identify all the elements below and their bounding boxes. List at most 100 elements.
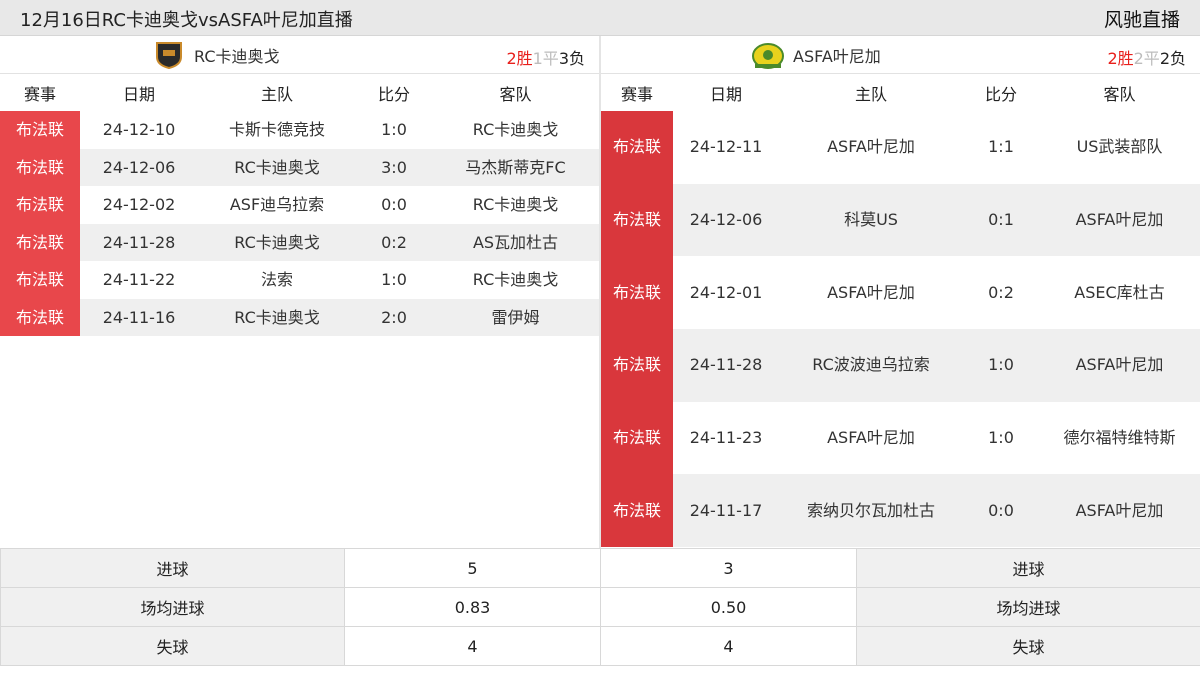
league-badge[interactable]: 布法联 — [601, 256, 673, 330]
losses-count: 2负 — [1159, 49, 1186, 68]
table-row[interactable]: 布法联 24-11-17 索纳贝尔瓦加杜古 0:0 ASFA叶尼加 — [601, 474, 1200, 548]
match-score: 2:0 — [356, 298, 432, 336]
match-date: 24-11-22 — [80, 261, 198, 299]
stat-label-right: 失球 — [856, 626, 1200, 666]
away-team-name[interactable]: RC卡迪奥戈 — [432, 111, 599, 149]
away-team-name[interactable]: 德尔福特维特斯 — [1039, 401, 1200, 475]
stat-label-left: 进球 — [0, 548, 345, 588]
match-score: 1:0 — [356, 111, 432, 149]
column-header-score: 比分 — [356, 74, 432, 111]
draws-count: 1平 — [532, 49, 559, 68]
team-name[interactable]: RC卡迪奥戈 — [194, 43, 280, 67]
stat-value-right: 4 — [600, 626, 857, 666]
table-row[interactable]: 布法联 24-12-10 卡斯卡德竞技 1:0 RC卡迪奥戈 — [0, 111, 599, 149]
league-badge[interactable]: 布法联 — [0, 186, 80, 224]
table-row[interactable]: 布法联 24-11-28 RC波波迪乌拉索 1:0 ASFA叶尼加 — [601, 329, 1200, 402]
wins-count: 2胜 — [506, 49, 533, 68]
page-title: 12月16日RC卡迪奥戈vsASFA叶尼加直播 — [20, 10, 353, 31]
column-header-league: 赛事 — [601, 74, 673, 111]
team-crest-icon — [152, 41, 186, 69]
match-score: 1:0 — [356, 261, 432, 299]
column-header-home: 主队 — [198, 74, 356, 111]
stat-label-right: 场均进球 — [856, 587, 1200, 627]
league-badge[interactable]: 布法联 — [0, 261, 80, 299]
home-team-name[interactable]: 科莫US — [779, 183, 963, 257]
stat-value-left: 5 — [344, 548, 601, 588]
away-team-name[interactable]: US武装部队 — [1039, 111, 1200, 184]
table-row[interactable]: 布法联 24-12-01 ASFA叶尼加 0:2 ASEC库杜古 — [601, 256, 1200, 330]
table-row[interactable]: 布法联 24-11-28 RC卡迪奥戈 0:2 AS瓦加杜古 — [0, 223, 599, 261]
match-date: 24-12-06 — [80, 148, 198, 186]
match-date: 24-11-28 — [80, 223, 198, 261]
site-brand[interactable]: 风驰直播 — [1104, 5, 1180, 32]
away-team-name[interactable]: ASFA叶尼加 — [1039, 474, 1200, 548]
page-header: 12月16日RC卡迪奥戈vsASFA叶尼加直播 风驰直播 — [0, 0, 1200, 36]
league-badge[interactable]: 布法联 — [601, 401, 673, 475]
home-team-name[interactable]: RC卡迪奥戈 — [198, 298, 356, 336]
away-team-name[interactable]: ASFA叶尼加 — [1039, 329, 1200, 402]
match-score: 1:0 — [963, 401, 1039, 475]
table-row[interactable]: 布法联 24-11-22 法索 1:0 RC卡迪奥戈 — [0, 261, 599, 299]
home-team-name[interactable]: 卡斯卡德竞技 — [198, 111, 356, 149]
recent-games-table: 赛事 日期 主队 比分 客队 布法联 24-12-11 ASFA叶尼加 1:1 US武装… — [601, 74, 1200, 548]
table-row[interactable]: 布法联 24-12-06 RC卡迪奥戈 3:0 马杰斯蒂克FC — [0, 148, 599, 186]
league-badge[interactable]: 布法联 — [0, 111, 80, 149]
away-team-name[interactable]: 雷伊姆 — [432, 298, 599, 336]
home-team-name[interactable]: ASF迪乌拉索 — [198, 186, 356, 224]
home-team-name[interactable]: RC波波迪乌拉索 — [779, 329, 963, 402]
team-record: 2胜1平3负 — [506, 45, 585, 69]
league-badge[interactable]: 布法联 — [601, 329, 673, 402]
match-score: 3:0 — [356, 148, 432, 186]
table-row[interactable]: 布法联 24-12-02 ASF迪乌拉索 0:0 RC卡迪奥戈 — [0, 186, 599, 224]
column-header-away: 客队 — [432, 74, 599, 111]
team-name[interactable]: ASFA叶尼加 — [793, 43, 881, 67]
away-team-name[interactable]: AS瓦加杜古 — [432, 223, 599, 261]
home-team-name[interactable]: RC卡迪奥戈 — [198, 148, 356, 186]
stat-row: 进球 5 3 进球 — [0, 548, 1200, 588]
stat-value-right: 3 — [600, 548, 857, 588]
home-team-name[interactable]: ASFA叶尼加 — [779, 401, 963, 475]
stat-row: 失球 4 4 失球 — [0, 626, 1200, 666]
stat-value-left: 0.83 — [344, 587, 601, 627]
away-team-name[interactable]: ASFA叶尼加 — [1039, 183, 1200, 257]
column-header-league: 赛事 — [0, 74, 80, 111]
away-team-name[interactable]: RC卡迪奥戈 — [432, 261, 599, 299]
match-date: 24-11-17 — [673, 474, 779, 548]
table-row[interactable]: 布法联 24-12-06 科莫US 0:1 ASFA叶尼加 — [601, 183, 1200, 257]
match-date: 24-11-16 — [80, 298, 198, 336]
match-date: 24-12-02 — [80, 186, 198, 224]
table-row[interactable]: 布法联 24-11-16 RC卡迪奥戈 2:0 雷伊姆 — [0, 298, 599, 336]
home-team-name[interactable]: 法索 — [198, 261, 356, 299]
away-team-name[interactable]: ASEC库杜古 — [1039, 256, 1200, 330]
home-team-name[interactable]: RC卡迪奥戈 — [198, 223, 356, 261]
losses-count: 3负 — [558, 49, 585, 68]
table-row[interactable]: 布法联 24-11-23 ASFA叶尼加 1:0 德尔福特维特斯 — [601, 401, 1200, 475]
column-header-date: 日期 — [80, 74, 198, 111]
match-score: 0:0 — [963, 474, 1039, 548]
recent-games-table: 赛事 日期 主队 比分 客队 布法联 24-12-10 卡斯卡德竞技 1:0 RC卡迪奥… — [0, 74, 599, 336]
league-badge[interactable]: 布法联 — [0, 298, 80, 336]
home-team-name[interactable]: ASFA叶尼加 — [779, 111, 963, 184]
league-badge[interactable]: 布法联 — [601, 111, 673, 184]
stat-value-left: 4 — [344, 626, 601, 666]
match-score: 0:0 — [356, 186, 432, 224]
match-score: 0:1 — [963, 183, 1039, 257]
home-team-name[interactable]: ASFA叶尼加 — [779, 256, 963, 330]
home-team-name[interactable]: 索纳贝尔瓦加杜古 — [779, 474, 963, 548]
column-header-home: 主队 — [779, 74, 963, 111]
table-row[interactable]: 布法联 24-12-11 ASFA叶尼加 1:1 US武装部队 — [601, 111, 1200, 184]
league-badge[interactable]: 布法联 — [0, 148, 80, 186]
away-team-panel: ASFA叶尼加 2胜2平2负 赛事 日期 主队 比分 客队 布法联 24-12-1… — [601, 36, 1200, 548]
home-team-panel: RC卡迪奥戈 2胜1平3负 赛事 日期 主队 比分 客队 布法联 24-12-10… — [0, 36, 599, 336]
stat-label-right: 进球 — [856, 548, 1200, 588]
stat-value-right: 0.50 — [600, 587, 857, 627]
stat-label-left: 失球 — [0, 626, 345, 666]
away-team-name[interactable]: 马杰斯蒂克FC — [432, 148, 599, 186]
away-team-name[interactable]: RC卡迪奥戈 — [432, 186, 599, 224]
wins-count: 2胜 — [1107, 49, 1134, 68]
match-date: 24-12-11 — [673, 111, 779, 184]
league-badge[interactable]: 布法联 — [0, 223, 80, 261]
league-badge[interactable]: 布法联 — [601, 183, 673, 257]
league-badge[interactable]: 布法联 — [601, 474, 673, 548]
match-score: 1:1 — [963, 111, 1039, 184]
